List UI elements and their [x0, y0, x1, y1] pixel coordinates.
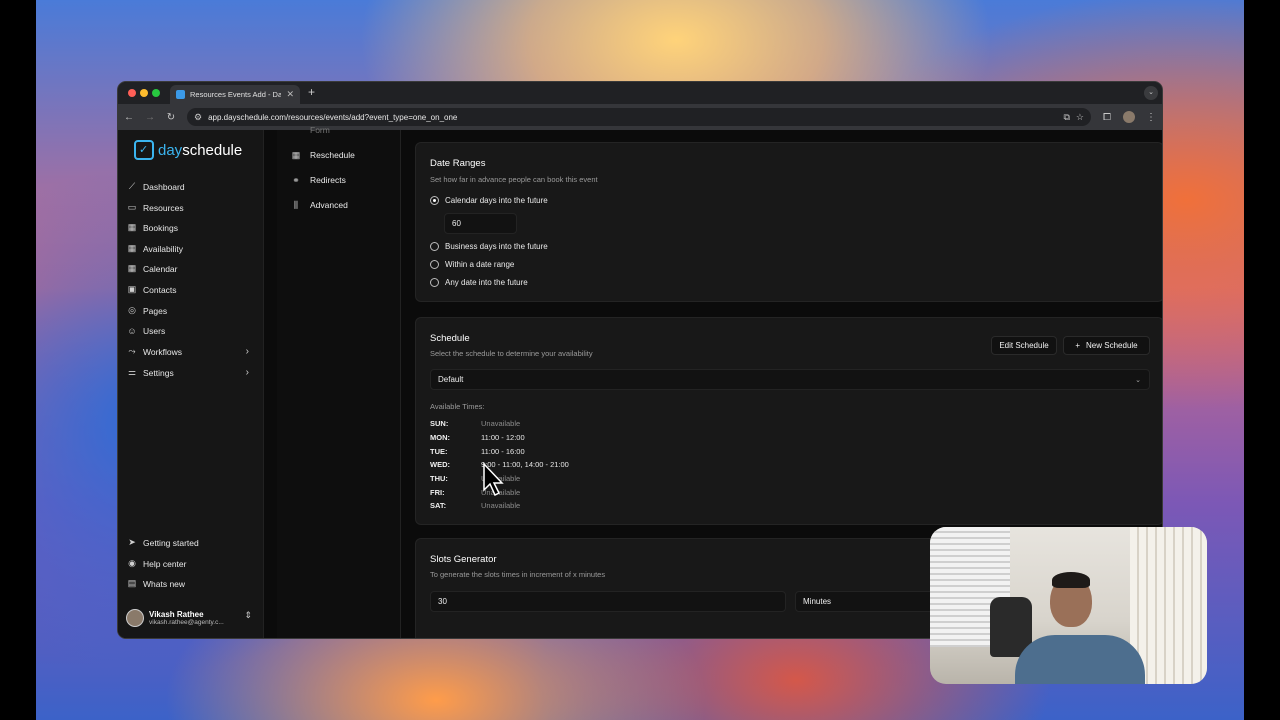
schedule-card: Schedule Select the schedule to determin… [415, 317, 1162, 525]
days-input[interactable]: 60 [444, 213, 517, 234]
sidebar-item-getting-started[interactable]: ➤ Getting started [127, 533, 253, 552]
url-text: app.dayschedule.com/resources/events/add… [208, 112, 458, 122]
install-app-icon[interactable]: ⧉ [1063, 112, 1069, 123]
forward-icon[interactable]: → [145, 112, 155, 123]
edit-schedule-button[interactable]: Edit Schedule [991, 336, 1057, 355]
chevron-down-icon: ⌄ [1135, 376, 1141, 384]
users-icon: ☺ [127, 325, 137, 336]
subnav-item-reschedule[interactable]: ▦ Reschedule [291, 147, 355, 163]
radio-icon [430, 278, 439, 287]
browser-tab[interactable]: Resources Events Add - DaySchedule ✕ [170, 85, 300, 104]
gift-icon: ▤ [127, 578, 137, 588]
tab-search-icon[interactable]: ⌄ [1144, 86, 1158, 100]
send-icon: ➤ [128, 537, 136, 547]
schedule-select[interactable]: Default ⌄ [430, 369, 1150, 390]
date-ranges-title: Date Ranges [430, 158, 486, 169]
help-icon: ◉ [128, 558, 136, 568]
chevron-right-icon: › [245, 346, 249, 357]
close-tab-icon[interactable]: ✕ [286, 89, 294, 100]
slots-title: Slots Generator [430, 554, 497, 565]
browser-toolbar: ← → ↻ ⚙ app.dayschedule.com/resources/ev… [118, 104, 1162, 130]
radio-any-date[interactable]: Any date into the future [430, 278, 528, 287]
radio-date-range[interactable]: Within a date range [430, 260, 514, 269]
radio-icon [430, 260, 439, 269]
list-item: SAT: Unavailable [430, 501, 521, 511]
maximize-window-button[interactable] [152, 89, 160, 97]
link-icon: ⚭ [292, 174, 300, 185]
sidebar-item-pages[interactable]: ◎ Pages [127, 301, 253, 320]
chevron-updown-icon: ⇕ [244, 610, 252, 620]
sidebar-item-bookings[interactable]: ▦ Bookings [127, 218, 253, 237]
chevron-right-icon: › [245, 367, 249, 378]
sliders-icon: ⫼ [293, 199, 299, 210]
chart-icon: ⟋ [128, 181, 136, 191]
site-info-icon[interactable]: ⚙ [194, 112, 202, 123]
presenter-body [1015, 635, 1145, 684]
subnav-item-redirects[interactable]: ⚭ Redirects [291, 172, 346, 188]
list-item: TUE: 11:00 - 16:00 [430, 446, 525, 456]
subnav-item-form[interactable]: Form [291, 122, 330, 138]
new-tab-icon[interactable]: + [308, 85, 315, 99]
list-item: MON: 11:00 - 12:00 [430, 433, 525, 443]
event-settings-nav: Form ▦ Reschedule ⚭ Redirects ⫼ Advanced [277, 125, 401, 638]
slots-subtitle: To generate the slots times in increment… [430, 570, 606, 579]
slot-interval-input[interactable]: 30 [430, 591, 786, 612]
list-item: SUN: Unavailable [430, 419, 521, 429]
logo-text: dayschedule [158, 141, 243, 159]
calendar-icon: ▦ [291, 149, 301, 160]
globe-icon: ◎ [128, 305, 136, 315]
sidebar: dayschedule ⟋Dashboard ▭Resources ▦Booki… [118, 130, 264, 638]
sidebar-item-contacts[interactable]: ▣ Contacts [127, 280, 253, 299]
extensions-icon[interactable]: ⧠ [1102, 112, 1112, 123]
sliders-icon: ⚌ [127, 367, 137, 377]
plus-icon: + [1075, 341, 1081, 350]
logo[interactable]: dayschedule [134, 140, 242, 160]
minimize-window-button[interactable] [140, 89, 148, 97]
calendar-icon: ▦ [127, 243, 137, 253]
back-icon[interactable]: ← [124, 112, 134, 123]
browser-menu-icon[interactable]: ⋮ [1146, 112, 1156, 123]
sidebar-item-availability[interactable]: ▦ Availability [127, 239, 253, 258]
sidebar-item-settings[interactable]: ⚌ Settings › [127, 363, 253, 382]
close-window-button[interactable] [128, 89, 136, 97]
user-menu[interactable]: Vikash Rathee vikash.rathee@agenty.c... … [126, 606, 254, 630]
radio-icon [430, 242, 439, 251]
sidebar-item-whats-new[interactable]: ▤ Whats new [127, 574, 253, 593]
mouse-cursor-icon [483, 462, 504, 497]
schedule-subtitle: Select the schedule to determine your av… [430, 349, 593, 358]
screen: Resources Events Add - DaySchedule ✕ + ⌄… [0, 0, 1280, 720]
favicon-icon [176, 90, 185, 99]
presenter-hair [1052, 572, 1090, 588]
sidebar-item-users[interactable]: ☺ Users [127, 321, 253, 340]
user-email: vikash.rathee@agenty.c... [149, 619, 224, 626]
radio-calendar-days[interactable]: Calendar days into the future [430, 196, 548, 205]
avatar [126, 609, 144, 627]
sidebar-item-workflows[interactable]: ⤳ Workflows › [127, 342, 253, 361]
tab-bar: Resources Events Add - DaySchedule ✕ + ⌄ [118, 82, 1162, 104]
sidebar-item-help-center[interactable]: ◉ Help center [127, 554, 253, 573]
sidebar-item-dashboard[interactable]: ⟋ Dashboard [127, 177, 253, 196]
contact-icon: ▣ [127, 284, 137, 294]
calendar-check-icon: ▦ [127, 222, 137, 232]
new-schedule-button[interactable]: + New Schedule [1063, 336, 1150, 355]
folder-icon: ▭ [127, 202, 137, 212]
schedule-title: Schedule [430, 333, 470, 344]
date-ranges-card: Date Ranges Set how far in advance peopl… [415, 142, 1162, 302]
bookmark-star-icon[interactable]: ☆ [1076, 112, 1084, 123]
sidebar-item-calendar[interactable]: ▦ Calendar [127, 259, 253, 278]
date-ranges-subtitle: Set how far in advance people can book t… [430, 175, 598, 184]
calendar-icon: ▦ [127, 263, 137, 273]
user-name: Vikash Rathee [149, 610, 204, 619]
logo-calendar-icon [134, 140, 154, 160]
radio-business-days[interactable]: Business days into the future [430, 242, 548, 251]
radio-selected-icon [430, 196, 439, 205]
webcam-overlay [930, 527, 1207, 684]
workflow-icon: ⤳ [128, 346, 136, 356]
subnav-item-advanced[interactable]: ⫼ Advanced [291, 197, 348, 213]
available-times-label: Available Times: [430, 402, 485, 411]
profile-avatar-icon[interactable] [1123, 111, 1135, 123]
reload-icon[interactable]: ↻ [166, 112, 176, 123]
tab-title: Resources Events Add - DaySchedule [190, 90, 282, 99]
sidebar-item-resources[interactable]: ▭ Resources [127, 198, 253, 217]
